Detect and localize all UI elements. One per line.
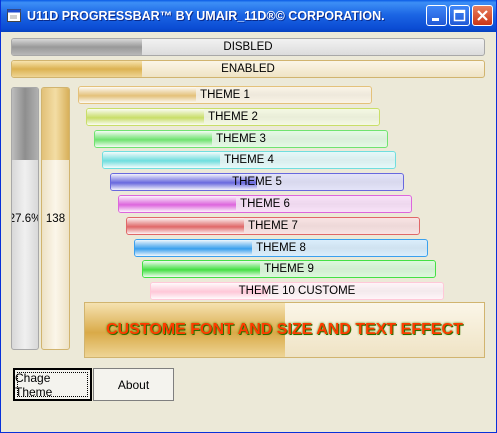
theme-progressbar-2: THEME 2 [86, 107, 380, 126]
about-button[interactable]: About [93, 368, 174, 401]
theme-progress-label: THEME 9 [264, 263, 314, 276]
change-theme-button[interactable]: Chage Theme [13, 368, 92, 401]
theme-progressbar-5: THEME 5 [110, 173, 404, 192]
close-button[interactable] [472, 5, 493, 26]
theme-progress-label: THEME 1 [200, 89, 250, 101]
theme-progress-label: THEME 6 [240, 198, 290, 210]
window-title: U11D PROGRESSBAR™ BY UMAIR_11D®© CORPORA… [27, 9, 385, 23]
app-icon [7, 9, 21, 22]
focus-rectangle [17, 372, 88, 397]
app-window: U11D PROGRESSBAR™ BY UMAIR_11D®© CORPORA… [0, 0, 497, 433]
vertical-progressbar-value: 138 [41, 87, 70, 350]
theme-progressbar-6: THEME 6 [118, 195, 412, 213]
vertical-progressbar-percent: 27.6% [11, 87, 39, 350]
disabled-progress-label: DISBLED [223, 41, 273, 53]
disabled-progressbar: DISBLED [11, 38, 485, 56]
theme-progressbar-4: THEME 4 [102, 151, 396, 170]
vertical-value-label: 138 [45, 212, 66, 225]
about-label: About [117, 377, 150, 392]
custom-progressbar: CUSTOME FONT AND SIZE AND TEXT EFFECT [84, 302, 485, 358]
enabled-progress-label: ENABLED [221, 63, 275, 75]
theme-progress-label: THEME 2 [208, 110, 258, 123]
theme-progress-label: THEME 3 [216, 132, 266, 145]
theme-progressbar-3: THEME 3 [94, 129, 388, 148]
title-bar[interactable]: U11D PROGRESSBAR™ BY UMAIR_11D®© CORPORA… [1, 0, 496, 32]
theme-progress-label: THEME 7 [248, 219, 298, 232]
theme-progress-label: THEME 10 CUSTOME [238, 285, 356, 298]
theme-progressbar-9: THEME 9 [142, 260, 436, 279]
theme-progress-label: THEME 5 [232, 176, 282, 189]
theme-progressbar-1: THEME 1 [78, 86, 372, 104]
theme-progressbar-10: THEME 10 CUSTOME [150, 282, 444, 301]
maximize-icon [453, 9, 466, 22]
minimize-button[interactable] [426, 5, 447, 26]
enabled-progressbar: ENABLED [11, 60, 485, 78]
theme-progressbar-7: THEME 7 [126, 216, 420, 235]
theme-progressbar-8: THEME 8 [134, 238, 428, 257]
theme-progress-label: THEME 8 [256, 241, 306, 254]
close-icon [477, 10, 488, 21]
vertical-percent-label: 27.6% [12, 212, 38, 225]
minimize-icon [432, 18, 439, 21]
theme-progress-label: THEME 4 [224, 154, 274, 167]
custom-progress-label: CUSTOME FONT AND SIZE AND TEXT EFFECT [106, 321, 463, 338]
maximize-button[interactable] [449, 5, 470, 26]
